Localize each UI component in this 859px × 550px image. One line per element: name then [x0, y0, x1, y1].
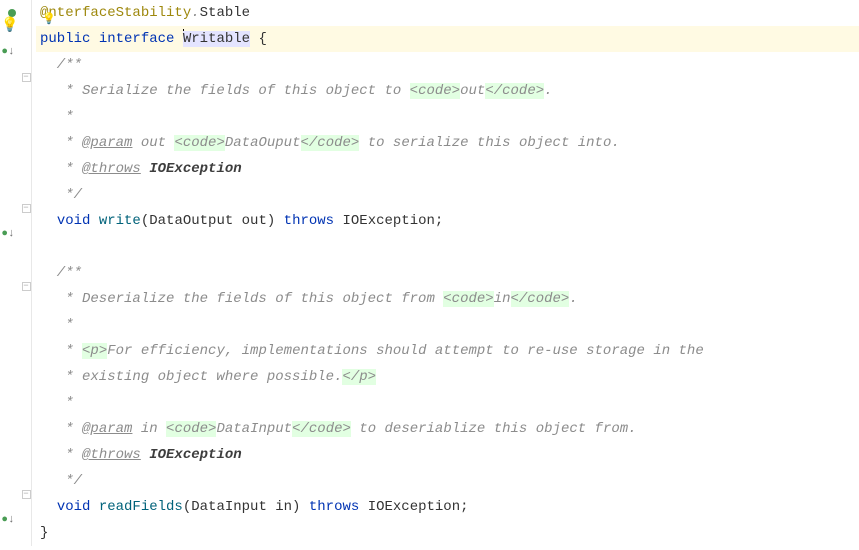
collapse-icon[interactable]: − [18, 69, 34, 85]
code-line-active[interactable]: public interface Writable { [36, 26, 859, 52]
code-line[interactable]: @💡nterfaceStability.Stable [36, 0, 859, 26]
interface-name: Writable [183, 31, 250, 47]
code-line[interactable]: } [36, 520, 859, 546]
code-line[interactable]: * [36, 104, 859, 130]
collapse-icon[interactable]: − [18, 200, 34, 216]
annotation: @💡nterfaceStability [40, 5, 191, 21]
collapse-icon[interactable]: − [18, 486, 34, 502]
code-line[interactable]: * [36, 312, 859, 338]
code-line[interactable]: * existing object where possible.</p> [36, 364, 859, 390]
code-line[interactable]: * Serialize the fields of this object to… [36, 78, 859, 104]
implementation-marker-icon[interactable]: ●↓ [0, 512, 16, 528]
code-line[interactable]: */ [36, 468, 859, 494]
code-line[interactable]: /** [36, 52, 859, 78]
code-line[interactable]: /** [36, 260, 859, 286]
annotation-member: Stable [200, 5, 250, 21]
editor-gutter[interactable]: 💡 ●↓ − − ●↓ − − ●↓ [0, 0, 32, 546]
code-line[interactable]: * @throws IOException [36, 442, 859, 468]
collapse-icon[interactable]: − [18, 278, 34, 294]
code-line[interactable]: * @throws IOException [36, 156, 859, 182]
code-line[interactable]: void write(DataOutput out) throws IOExce… [36, 208, 859, 234]
code-line[interactable]: * @param out <code>DataOuput</code> to s… [36, 130, 859, 156]
code-editor[interactable]: @💡nterfaceStability.Stable public interf… [32, 0, 859, 546]
lightbulb-icon[interactable]: 💡 [2, 18, 18, 34]
method-name: write [90, 213, 140, 229]
code-line[interactable] [36, 234, 859, 260]
code-line[interactable]: * @param in <code>DataInput</code> to de… [36, 416, 859, 442]
implementation-marker-icon[interactable]: ●↓ [0, 226, 16, 242]
code-line[interactable]: void readFields(DataInput in) throws IOE… [36, 494, 859, 520]
code-line[interactable]: */ [36, 182, 859, 208]
method-name: readFields [90, 499, 182, 515]
code-line[interactable]: * <p>For efficiency, implementations sho… [36, 338, 859, 364]
code-line[interactable]: * [36, 390, 859, 416]
code-line[interactable]: * Deserialize the fields of this object … [36, 286, 859, 312]
implementation-marker-icon[interactable]: ●↓ [0, 44, 16, 60]
